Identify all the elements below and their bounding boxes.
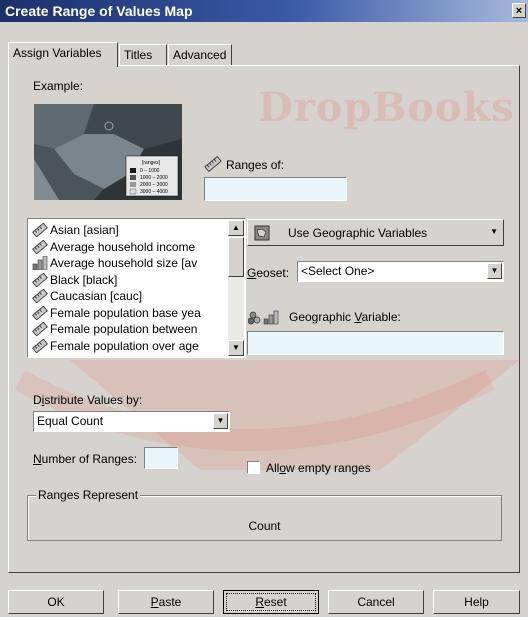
- list-item-label: Asian [asian]: [50, 223, 119, 237]
- number-of-ranges-label: Number of Ranges:: [33, 452, 138, 466]
- example-label: Example:: [33, 79, 84, 93]
- list-item[interactable]: Female population over age: [30, 337, 222, 355]
- title-bar: Create Range of Values Map ×: [0, 0, 528, 22]
- list-item-label: Female population base yea: [50, 305, 201, 320]
- list-item-label: Black [black]: [50, 272, 118, 287]
- scroll-down-button[interactable]: ▼: [228, 340, 244, 356]
- ranges-represent-value: Count: [248, 519, 281, 533]
- list-item[interactable]: Average household income: [30, 238, 222, 256]
- ruler-icon: [32, 321, 48, 337]
- geo-map-icon: [254, 225, 270, 241]
- variables-scrollbar[interactable]: ▲ ▼: [228, 220, 244, 356]
- ok-button[interactable]: OK: [8, 590, 104, 614]
- list-item-label: Female population between: [50, 322, 198, 336]
- tab-assign-variables[interactable]: Assign Variables: [8, 42, 118, 67]
- example-legend-item: 3000 – 4000: [140, 189, 168, 195]
- geoset-value: <Select One>: [301, 264, 375, 278]
- distribute-value: Equal Count: [37, 414, 104, 428]
- geo-variable-label: Geographic Variable:: [289, 310, 401, 324]
- list-item-label: Average household size [av: [50, 256, 198, 270]
- button-bar: OK Paste Reset Cancel Help: [8, 590, 520, 614]
- list-item-label: Caucasian [cauc]: [50, 289, 143, 303]
- distribute-label: Distribute Values by:: [33, 393, 143, 407]
- chevron-down-icon[interactable]: ▼: [213, 413, 228, 429]
- ruler-icon: [32, 337, 48, 354]
- example-legend-item: 1000 – 2000: [140, 175, 168, 181]
- list-item[interactable]: Female population between: [30, 321, 222, 338]
- distribute-select[interactable]: Equal Count ▼: [33, 411, 230, 432]
- geo-variable-field[interactable]: [247, 331, 504, 355]
- variables-list-items: Asian [asian] Average household income Ave…: [30, 222, 222, 356]
- cancel-button[interactable]: Cancel: [328, 590, 424, 614]
- ruler-icon: [204, 156, 222, 172]
- geoset-label: Geoset:: [247, 266, 290, 280]
- allow-empty-checkbox[interactable]: [247, 461, 260, 474]
- ranges-of-label: Ranges of:: [226, 158, 285, 172]
- number-of-ranges-field[interactable]: [144, 447, 178, 469]
- paste-button[interactable]: Paste: [118, 590, 214, 614]
- allow-empty-label: Allow empty ranges: [266, 461, 371, 475]
- variables-list[interactable]: Asian [asian] Average household income Ave…: [27, 218, 246, 358]
- ruler-icon: [32, 288, 48, 304]
- dialog-window: Create Range of Values Map × Assign Vari…: [0, 0, 528, 617]
- chevron-down-icon: ▼: [490, 227, 498, 236]
- tab-advanced[interactable]: Advanced: [168, 44, 232, 65]
- ruler-icon: [32, 304, 48, 321]
- geo-variable-icon: [248, 310, 279, 325]
- tab-titles[interactable]: Titles: [119, 44, 167, 65]
- list-item[interactable]: Black [black]: [30, 271, 222, 289]
- example-legend-item: 2000 – 3000: [140, 182, 168, 188]
- ranges-represent-group: Ranges Represent Count: [27, 488, 502, 541]
- scroll-up-button[interactable]: ▲: [228, 220, 244, 236]
- list-item[interactable]: Asian [asian]: [30, 222, 222, 239]
- example-map-image: [ranges] 0 – 1000 1000 – 2000 2000 – 300…: [34, 104, 182, 200]
- geo-mode-label: Use Geographic Variables: [288, 226, 428, 240]
- reset-button[interactable]: Reset: [223, 590, 319, 614]
- geo-mode-dropdown[interactable]: Use Geographic Variables ▼: [247, 219, 504, 246]
- list-item[interactable]: Average household size [av: [30, 255, 222, 272]
- close-button[interactable]: ×: [512, 3, 526, 18]
- ranges-represent-legend: Ranges Represent: [36, 488, 141, 502]
- example-legend-item: 0 – 1000: [140, 168, 160, 174]
- bar-chart-icon: [32, 255, 48, 271]
- scroll-thumb[interactable]: [228, 237, 244, 277]
- list-item-label: Average household income: [50, 239, 196, 254]
- chevron-down-icon[interactable]: ▼: [487, 263, 502, 279]
- list-item[interactable]: Caucasian [cauc]: [30, 288, 222, 305]
- help-button[interactable]: Help: [433, 590, 520, 614]
- ruler-icon: [32, 238, 48, 255]
- list-item[interactable]: Female population base yea: [30, 304, 222, 322]
- example-legend-title: [ranges]: [142, 160, 161, 166]
- geoset-select[interactable]: <Select One> ▼: [297, 261, 504, 282]
- ruler-icon: [32, 222, 48, 238]
- ruler-icon: [32, 271, 48, 288]
- ranges-of-field[interactable]: [204, 177, 347, 201]
- window-title: Create Range of Values Map: [5, 3, 193, 19]
- list-item-label: Female population over age: [50, 338, 199, 353]
